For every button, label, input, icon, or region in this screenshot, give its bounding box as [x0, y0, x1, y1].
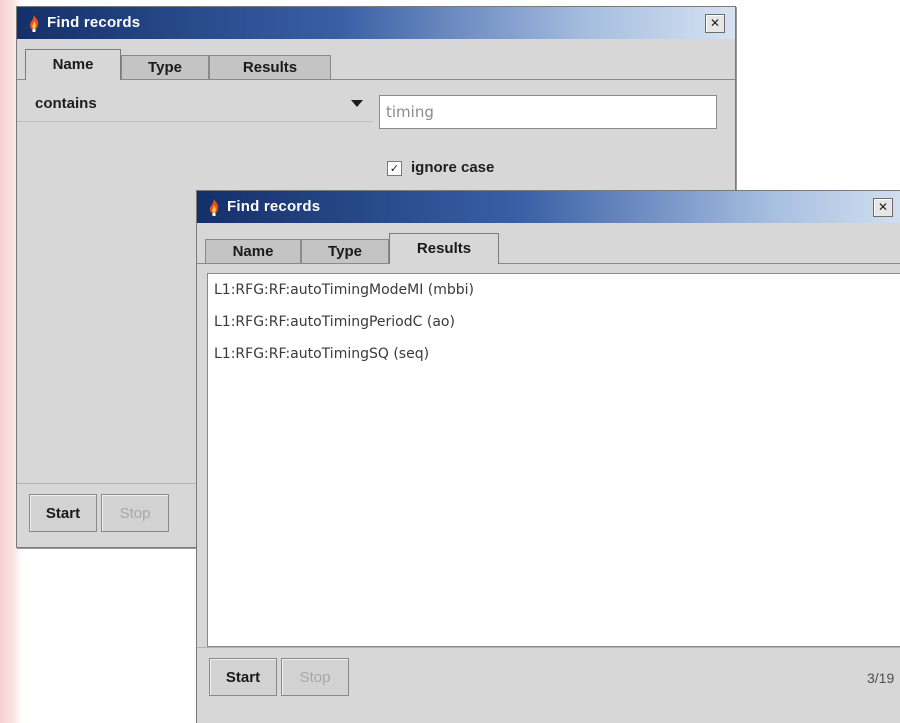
- tab-divider: [197, 263, 900, 264]
- close-button[interactable]: ✕: [873, 198, 893, 217]
- close-icon: ✕: [877, 200, 889, 214]
- window-title: Find records: [227, 198, 321, 215]
- start-button[interactable]: Start: [209, 658, 277, 696]
- stop-button: Stop: [101, 494, 169, 532]
- list-item[interactable]: L1:RFG:RF:autoTimingModeMI (mbbi): [214, 282, 474, 298]
- button-bar: Start Stop 3/19: [197, 647, 900, 706]
- tab-divider: [17, 79, 735, 80]
- close-button[interactable]: ✕: [705, 14, 725, 33]
- results-list[interactable]: L1:RFG:RF:autoTimingModeMI (mbbi) L1:RFG…: [207, 273, 900, 647]
- checkmark-icon: ✓: [389, 162, 400, 175]
- chevron-down-icon: [351, 100, 363, 107]
- search-input[interactable]: [379, 95, 717, 129]
- ignore-case-label: ignore case: [411, 159, 495, 176]
- tab-results[interactable]: Results: [209, 55, 331, 79]
- list-item[interactable]: L1:RFG:RF:autoTimingPeriodC (ao): [214, 314, 455, 330]
- find-records-window-front: Find records ✕ Name Type Results L1:RFG:…: [196, 190, 900, 723]
- tab-type[interactable]: Type: [301, 239, 389, 263]
- list-item[interactable]: L1:RFG:RF:autoTimingSQ (seq): [214, 346, 429, 362]
- result-count: 3/19: [867, 670, 895, 686]
- match-mode-dropdown[interactable]: contains: [17, 87, 373, 122]
- tab-type[interactable]: Type: [121, 55, 209, 79]
- flame-icon: [210, 199, 219, 216]
- ignore-case-checkbox[interactable]: ✓: [387, 161, 402, 176]
- flame-icon: [30, 15, 39, 32]
- desktop: Find records ✕ Name Type Results contain…: [0, 0, 900, 723]
- close-icon: ✕: [709, 16, 721, 30]
- match-mode-value: contains: [35, 95, 97, 112]
- tab-results[interactable]: Results: [389, 233, 499, 264]
- tab-name[interactable]: Name: [25, 49, 121, 80]
- tab-name[interactable]: Name: [205, 239, 301, 263]
- title-bar[interactable]: Find records ✕: [17, 7, 735, 39]
- stop-button: Stop: [281, 658, 349, 696]
- window-title: Find records: [47, 14, 141, 31]
- start-button[interactable]: Start: [29, 494, 97, 532]
- title-bar[interactable]: Find records ✕: [197, 191, 900, 223]
